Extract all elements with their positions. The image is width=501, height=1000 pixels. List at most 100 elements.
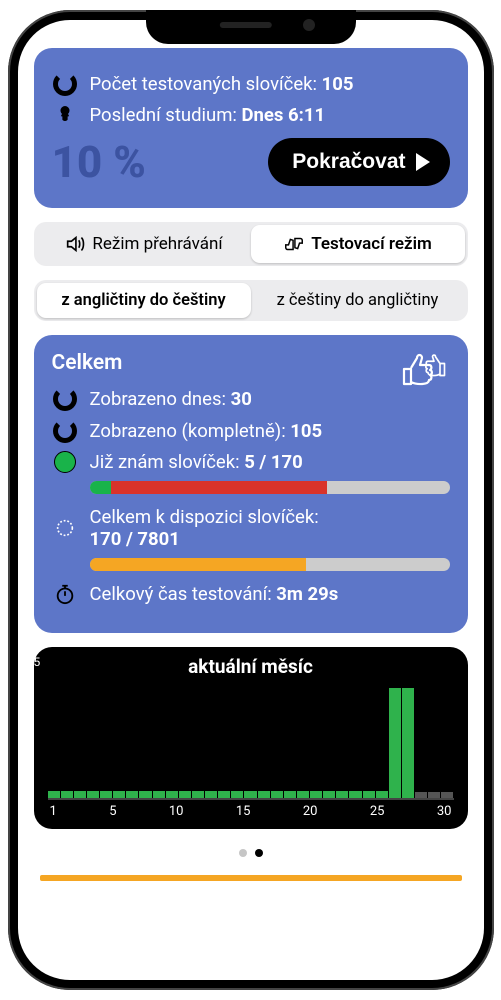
avail-bar-orange xyxy=(90,558,306,571)
shown-today-label: Zobrazeno dnes: xyxy=(90,388,227,410)
chart-bar xyxy=(87,791,99,798)
chart-y-label: 5 xyxy=(34,655,41,669)
dir-en-cs[interactable]: z angličtiny do češtiny xyxy=(37,283,251,318)
tested-row: Počet testovaných slovíček: 105 xyxy=(52,72,450,96)
known-bar-red xyxy=(111,481,327,494)
ring-icon xyxy=(52,387,78,411)
continue-label: Pokračovat xyxy=(292,150,405,174)
time-row: Celkový čas testování: 3m 29s xyxy=(52,583,450,605)
dot-2[interactable] xyxy=(255,849,263,857)
tested-label: Počet testovaných slovíček: xyxy=(90,73,318,95)
chart-bar xyxy=(100,791,112,798)
mode-play[interactable]: Režim přehrávání xyxy=(37,225,251,263)
chart-bar xyxy=(192,791,204,798)
chart-bars xyxy=(48,680,454,800)
chart-bar xyxy=(166,791,178,798)
progress-footer: 10 % Pokračovat xyxy=(52,136,450,188)
chart-bar xyxy=(179,791,191,798)
time-label: Celkový čas testování: xyxy=(90,583,272,605)
content: Počet testovaných slovíček: 105 Poslední… xyxy=(18,20,484,980)
chart-bar xyxy=(297,791,309,798)
page-dots xyxy=(34,849,468,857)
chart-bar xyxy=(415,792,427,798)
tested-text: Počet testovaných slovíček: 105 xyxy=(90,73,354,95)
direction-segmented: z angličtiny do češtiny z češtiny do ang… xyxy=(34,280,468,321)
chart-bar xyxy=(336,791,348,798)
avail-label: Celkem k dispozici slovíček: xyxy=(90,506,319,528)
known-text: Již znám slovíček: 5 / 170 xyxy=(90,451,303,473)
dir-cs-en-label: z češtiny do angličtiny xyxy=(277,291,439,310)
ring-icon xyxy=(52,419,78,443)
chart-bar xyxy=(310,791,322,798)
percent-value: 10 % xyxy=(52,136,146,188)
shown-today-value: 30 xyxy=(231,388,252,410)
known-bar-green xyxy=(90,481,112,494)
mode-play-label: Režim přehrávání xyxy=(92,234,222,254)
chart-bar xyxy=(402,688,414,798)
chart-bar xyxy=(139,791,151,798)
person-icon xyxy=(52,104,78,126)
device-notch xyxy=(146,10,356,44)
ring-icon xyxy=(52,72,78,96)
chart-title: aktuální měsíc xyxy=(48,655,454,678)
chart-bar xyxy=(389,688,401,798)
chart-bar xyxy=(376,791,388,798)
month-chart[interactable]: aktuální měsíc 5 151015202530 xyxy=(34,647,468,829)
chart-bar xyxy=(231,791,243,798)
chart-bar xyxy=(205,791,217,798)
chart-bar xyxy=(441,792,453,798)
shown-total-value: 105 xyxy=(290,420,322,442)
x-tick: 10 xyxy=(169,804,184,819)
stopwatch-icon xyxy=(52,583,78,605)
phone-frame: Počet testovaných slovíček: 105 Poslední… xyxy=(8,10,494,990)
play-icon xyxy=(416,153,430,171)
shown-total-text: Zobrazeno (kompletně): 105 xyxy=(90,420,323,442)
x-tick: 25 xyxy=(370,804,385,819)
chart-bar xyxy=(74,791,86,798)
shown-today-text: Zobrazeno dnes: 30 xyxy=(90,388,252,410)
dir-cs-en[interactable]: z češtiny do angličtiny xyxy=(251,283,465,318)
progress-card: Počet testovaných slovíček: 105 Poslední… xyxy=(34,48,468,208)
last-study-row: Poslední studium: Dnes 6:11 xyxy=(52,104,450,126)
avail-row: Celkem k dispozici slovíček: 170 / 7801 xyxy=(52,506,450,550)
chart-bar xyxy=(126,791,138,798)
shown-total-label: Zobrazeno (kompletně): xyxy=(90,420,286,442)
mode-test-label: Testovací režim xyxy=(311,234,432,254)
time-text: Celkový čas testování: 3m 29s xyxy=(90,583,339,605)
mode-test[interactable]: Testovací režim xyxy=(251,225,465,263)
stats-title: Celkem xyxy=(52,351,450,375)
chart-x-axis: 151015202530 xyxy=(48,804,454,819)
x-tick: 30 xyxy=(437,804,452,819)
x-tick: 5 xyxy=(109,804,116,819)
x-tick: 1 xyxy=(50,804,57,819)
known-bar xyxy=(90,481,450,494)
chart-bar xyxy=(61,791,73,798)
last-study-label: Poslední studium: xyxy=(90,104,237,126)
chart-bar xyxy=(323,791,335,798)
speaker-icon xyxy=(64,233,86,255)
shown-today-row: Zobrazeno dnes: 30 xyxy=(52,387,450,411)
avail-text: Celkem k dispozici slovíček: 170 / 7801 xyxy=(90,506,319,550)
dot-green-icon xyxy=(52,451,78,473)
thumbs-pair-icon xyxy=(283,233,305,255)
sun-icon xyxy=(52,517,78,539)
chart-bar xyxy=(258,791,270,798)
known-value: 5 / 170 xyxy=(244,451,303,473)
continue-button[interactable]: Pokračovat xyxy=(268,138,449,186)
screen: Počet testovaných slovíček: 105 Poslední… xyxy=(18,20,484,980)
chart-bar xyxy=(153,791,165,798)
known-row: Již znám slovíček: 5 / 170 xyxy=(52,451,450,473)
dot-1[interactable] xyxy=(239,849,247,857)
mode-segmented: Režim přehrávání Testovací režim xyxy=(34,222,468,266)
stats-card: Celkem Zobrazeno dnes: 30 xyxy=(34,335,468,633)
avail-bar xyxy=(90,558,450,571)
thumbs-icon xyxy=(402,353,450,397)
chart-bar xyxy=(271,791,283,798)
chart-bar xyxy=(363,791,375,798)
chart-bar xyxy=(349,791,361,798)
chart-bar xyxy=(428,792,440,798)
tested-value: 105 xyxy=(322,73,354,95)
dir-en-cs-label: z angličtiny do češtiny xyxy=(61,291,225,310)
known-label: Již znám slovíček: xyxy=(90,451,240,473)
avail-value: 170 / 7801 xyxy=(90,528,180,550)
